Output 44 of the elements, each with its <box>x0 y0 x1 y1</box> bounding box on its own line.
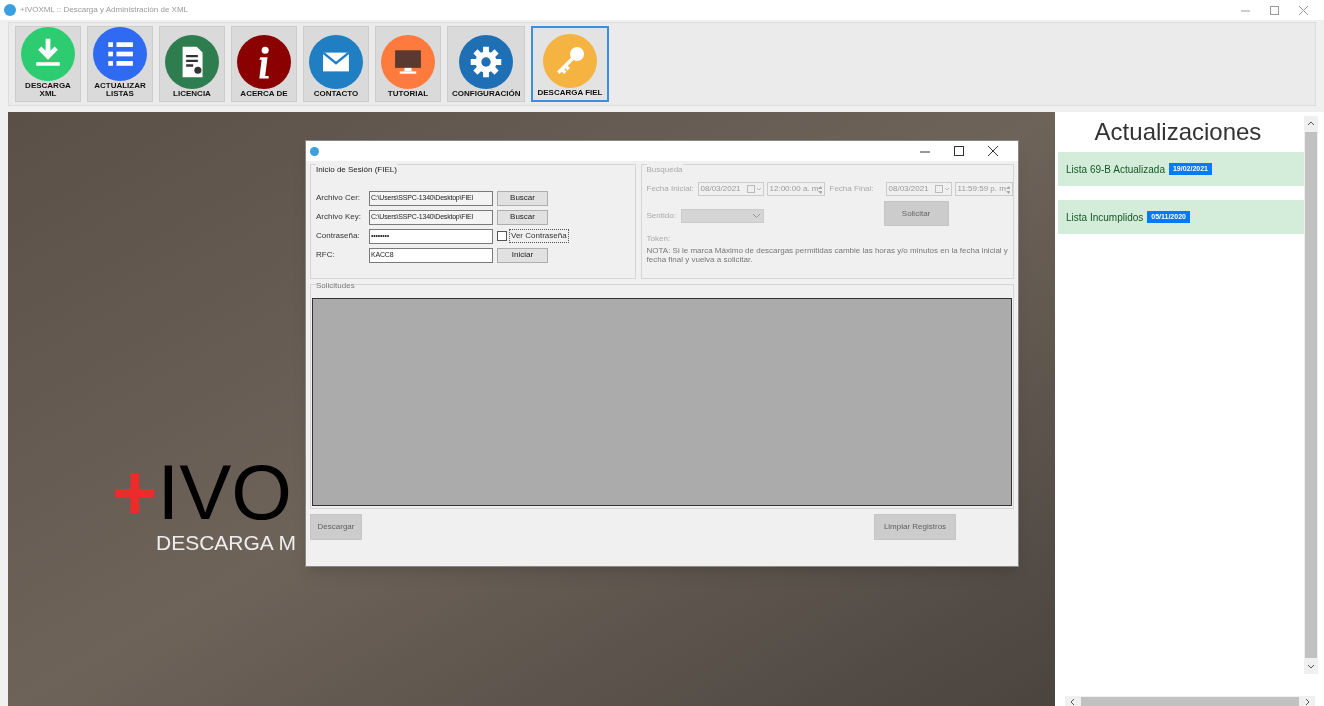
scroll-left-icon[interactable] <box>1069 698 1075 706</box>
scrollbar-thumb[interactable] <box>1081 697 1299 706</box>
field-label: Fecha Final: <box>829 183 875 195</box>
field-label: Sentido: <box>646 210 677 222</box>
caret-icon <box>752 214 760 218</box>
token-label: Token: <box>646 233 672 245</box>
update-text: Lista 69-B Actualizada <box>1066 162 1165 177</box>
group-title: Inicio de Sesión (FIEL) <box>316 164 397 176</box>
close-icon[interactable] <box>988 146 998 156</box>
toolbar-button[interactable]: DESCARGA XML <box>15 26 81 102</box>
login-button[interactable]: Iniciar <box>497 247 548 263</box>
update-text: Lista Incumplidos <box>1066 210 1144 225</box>
horizontal-scrollbar[interactable] <box>1065 696 1315 706</box>
logo-text: IVO <box>157 457 292 527</box>
field-label: Contraseña: <box>316 230 361 242</box>
toolbar-button[interactable]: CONTACTO <box>303 26 369 102</box>
dialog-icon <box>310 146 319 156</box>
toolbar-button[interactable]: DESCARGA FIEL <box>531 26 609 102</box>
tagline: DESCARGA M <box>156 530 297 556</box>
checkbox[interactable] <box>497 231 507 241</box>
scrollbar-thumb[interactable] <box>1305 132 1317 658</box>
scroll-down-icon[interactable] <box>1307 664 1315 670</box>
field-label: Archivo Key: <box>316 211 362 223</box>
toolbar-button[interactable]: TUTORIAL <box>375 26 441 102</box>
maximize-icon[interactable] <box>954 146 964 156</box>
logo-mark: + <box>112 457 158 527</box>
group-title: Busqueda <box>646 164 683 176</box>
browse-button[interactable]: Buscar <box>497 209 548 225</box>
panel-title: Actualizaciones <box>1093 117 1263 147</box>
toolbar-button[interactable]: ACTUALIZAR LISTAS <box>87 26 153 102</box>
note-text: NOTA: Si le marca Máximo de descargas permitidas cambie las horas y/o minutos en la fecha inicial y fecha final y vuelva a solicitar. <box>646 246 1009 264</box>
checkbox-label[interactable]: Ver Contraseña <box>509 229 569 243</box>
app-icon <box>4 4 16 16</box>
field-label: Archivo Cer: <box>316 192 361 204</box>
scroll-up-icon[interactable] <box>1307 120 1315 126</box>
toolbar-button[interactable]: CONFIGURACIÓN <box>447 26 526 102</box>
browse-button[interactable]: Buscar <box>497 190 548 206</box>
window-title: +IVOXML :: Descarga y Administración de XML <box>20 4 188 16</box>
scroll-right-icon[interactable] <box>1305 698 1311 706</box>
toolbar-button[interactable]: ACERCA DE <box>231 26 297 102</box>
field-label: RFC: <box>316 249 336 261</box>
vertical-scrollbar[interactable] <box>1304 116 1318 674</box>
toolbar-button[interactable]: LICENCIA <box>159 26 225 102</box>
field-label: Fecha Inicial: <box>646 183 695 195</box>
